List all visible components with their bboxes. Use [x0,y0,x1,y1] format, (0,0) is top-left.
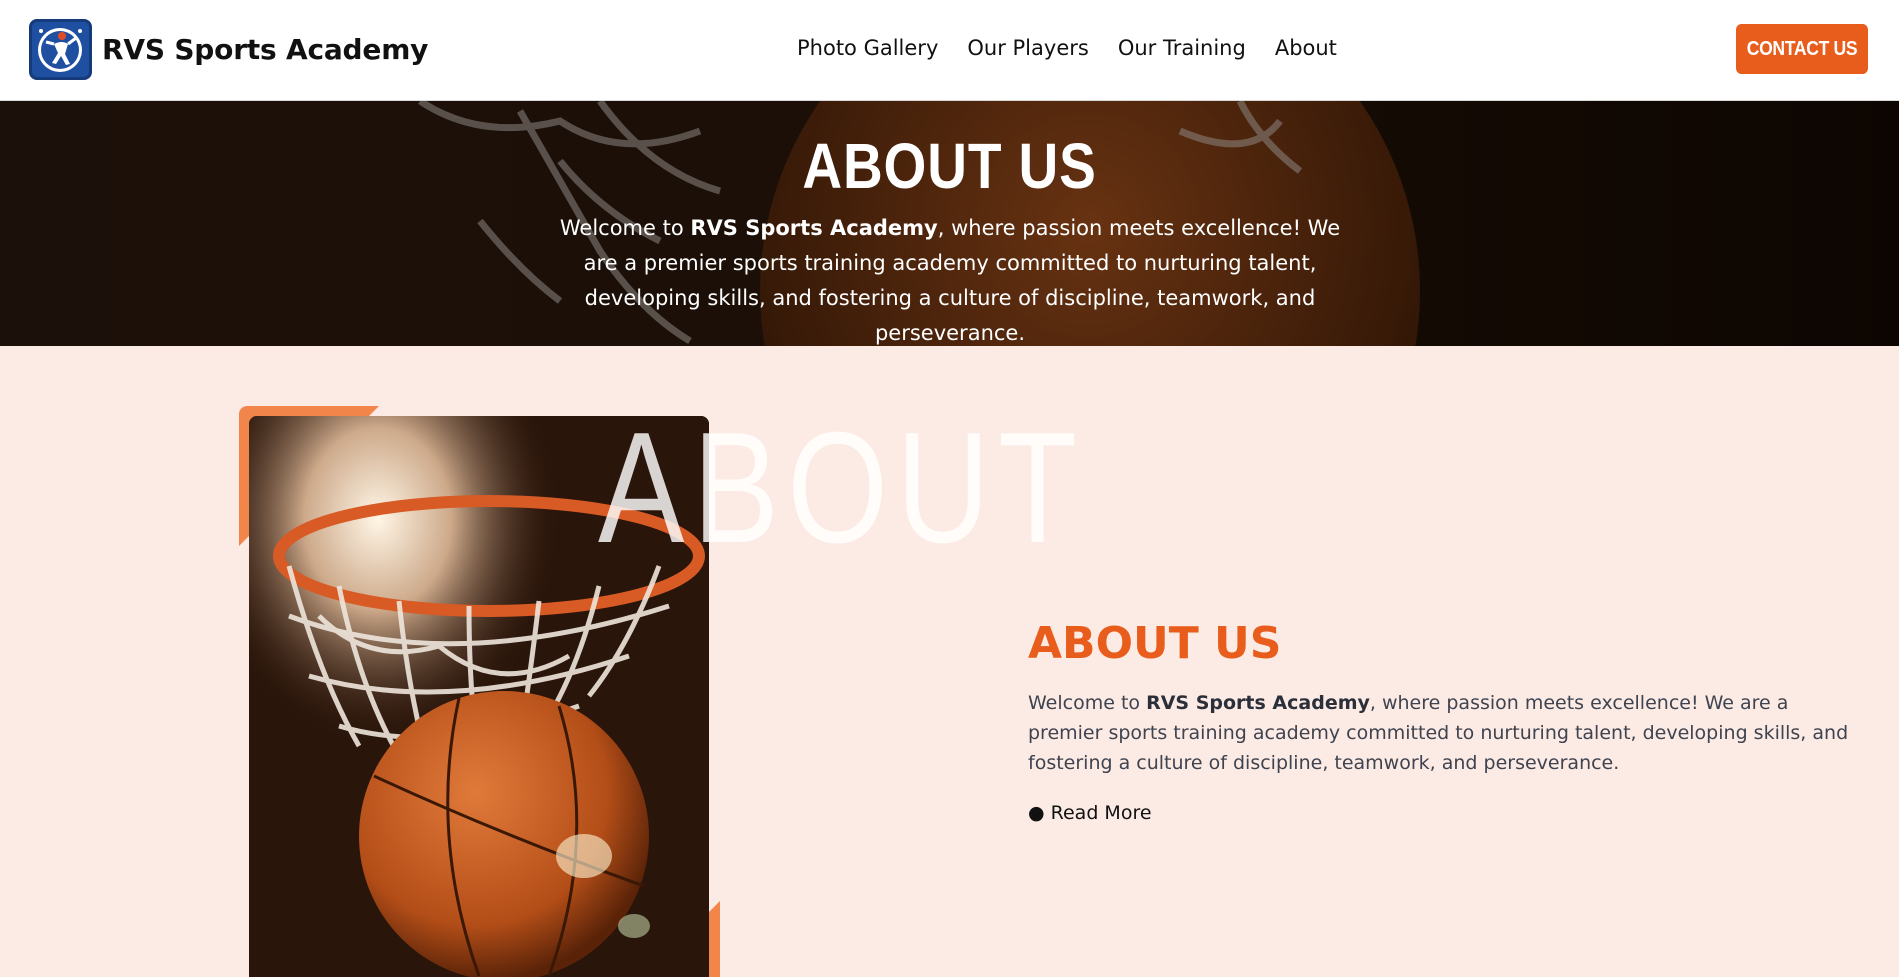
brand-name: RVS Sports Academy [102,33,429,66]
nav-our-training[interactable]: Our Training [1118,36,1246,60]
about-brand-name: RVS Sports Academy [1146,692,1370,714]
read-more-link[interactable]: ● Read More [1028,802,1152,824]
about-section: ABOUT ABOUT US Welcome to RVS Sports Aca… [0,346,1899,977]
hero-brand-name: RVS Sports Academy [690,216,938,240]
nav-our-players[interactable]: Our Players [967,36,1088,60]
main-nav: Photo Gallery Our Players Our Training A… [797,36,1366,60]
read-more-label: Read More [1050,802,1152,824]
academy-logo-icon [29,19,92,80]
site-header: RVS Sports Academy Photo Gallery Our Pla… [0,0,1899,101]
contact-us-button[interactable]: CONTACT US [1736,24,1868,74]
about-description: Welcome to RVS Sports Academy, where pas… [1028,692,1849,774]
hero-description: Welcome to RVS Sports Academy, where pas… [559,216,1341,345]
about-watermark-text: ABOUT [598,400,1086,576]
nav-photo-gallery[interactable]: Photo Gallery [797,36,938,60]
about-title: ABOUT US [1028,618,1282,669]
bullet-icon: ● [1028,802,1045,824]
hero-banner: ABOUT US Welcome to RVS Sports Academy, … [0,101,1899,346]
hero-title: ABOUT US [802,130,1097,202]
brand-link[interactable]: RVS Sports Academy [29,19,428,80]
nav-about[interactable]: About [1275,36,1337,60]
